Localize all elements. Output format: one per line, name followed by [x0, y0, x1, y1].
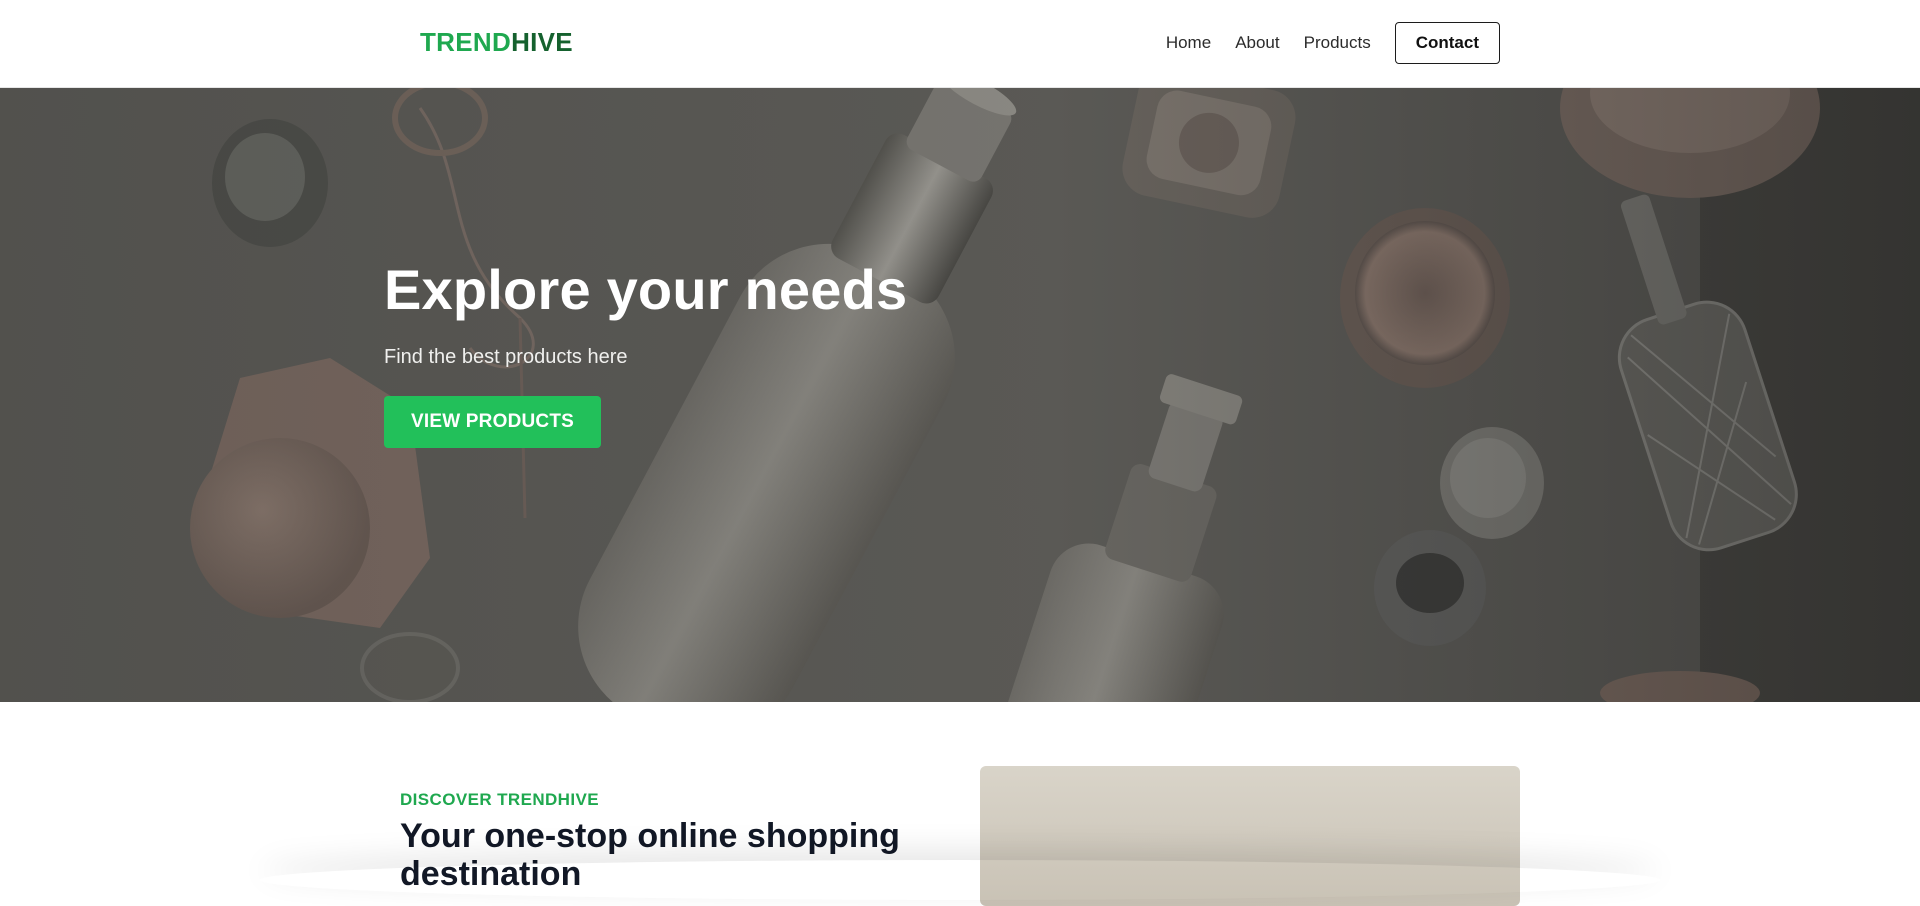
main-nav: Home About Products Contact	[1166, 22, 1500, 64]
discover-section: DISCOVER TRENDHIVE Your one-stop online …	[0, 702, 1920, 906]
nav-link-products[interactable]: Products	[1304, 22, 1371, 64]
contact-button[interactable]: Contact	[1394, 22, 1500, 64]
hero-title: Explore your needs	[384, 258, 908, 321]
hero-banner: Explore your needs Find the best product…	[0, 88, 1920, 702]
logo-part-trend: TREND	[420, 27, 512, 57]
logo[interactable]: TRENDHIVE	[420, 26, 573, 58]
section-shadow	[260, 860, 1660, 900]
hero-content: Explore your needs Find the best product…	[384, 258, 907, 448]
view-products-button[interactable]: VIEW PRODUCTS	[384, 396, 601, 448]
nav-link-home[interactable]: Home	[1166, 22, 1211, 64]
section-eyebrow: DISCOVER TRENDHIVE	[400, 790, 599, 809]
site-header: TRENDHIVE Home About Products Contact	[0, 0, 1920, 88]
hero-subtitle: Find the best products here	[384, 346, 628, 368]
nav-link-about[interactable]: About	[1235, 22, 1279, 64]
hero-overlay	[0, 88, 1920, 702]
logo-part-hive: HIVE	[511, 27, 573, 57]
